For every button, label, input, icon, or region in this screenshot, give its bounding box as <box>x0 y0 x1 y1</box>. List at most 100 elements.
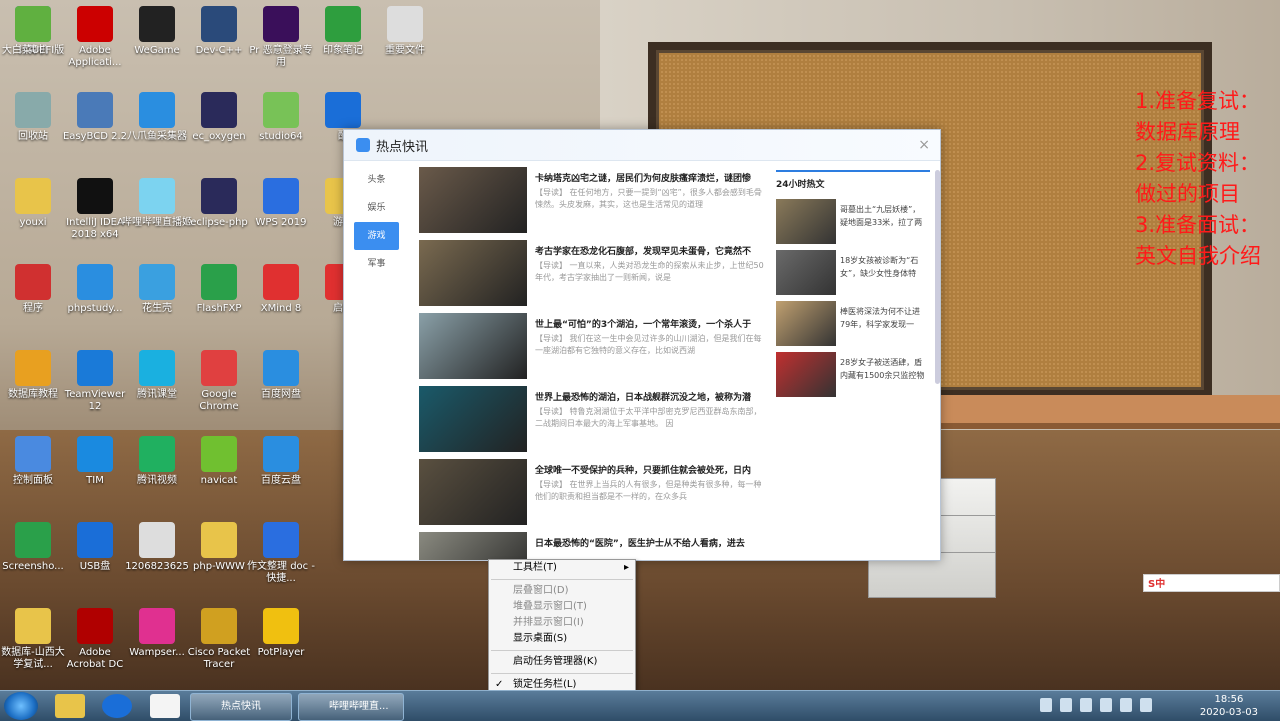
desktop-icon[interactable]: Wampser... <box>122 608 192 659</box>
desktop-icon[interactable]: 花生壳 <box>122 264 192 315</box>
desktop-icon[interactable]: WeGame <box>122 6 192 57</box>
news-title[interactable]: 全球唯一不受保护的兵种，只要抓住就会被处死，日内 <box>535 463 764 476</box>
desktop-icon[interactable]: Adobe Applicati... <box>60 6 130 69</box>
desktop-icon[interactable]: 数据库教程 <box>0 350 68 401</box>
desktop-icon[interactable]: 作文整理 doc - 快捷... <box>246 522 316 585</box>
news-title[interactable]: 考古学家在恐龙化石腹部，发现罕见未蛋骨，它竟然不 <box>535 244 764 257</box>
news-thumbnail[interactable] <box>419 167 527 233</box>
nav-item-military[interactable]: 军事 <box>354 250 399 278</box>
desktop-icon[interactable]: 印象笔记 <box>308 6 378 57</box>
menu-item[interactable]: 工具栏(T) ▸ <box>489 560 635 576</box>
news-thumbnail[interactable] <box>419 459 527 525</box>
hot-text[interactable]: 哥墓出土“九层妖楼”，疑地面是33米，拉了两 <box>840 203 928 241</box>
desktop-icon[interactable]: 百度网盘 <box>246 350 316 401</box>
window-header: 热点快讯 <box>344 130 940 161</box>
hot-item[interactable]: 18岁女孩被诊断为“石女”，缺少女性身体特 <box>776 250 930 301</box>
desktop-icon[interactable]: WPS 2019 <box>246 178 316 229</box>
desktop-icon[interactable]: XMind 8 <box>246 264 316 315</box>
nav-item-headline[interactable]: 头条 <box>354 166 399 194</box>
desktop-icon[interactable]: Cisco Packet Tracer <box>184 608 254 671</box>
app-icon <box>139 178 175 214</box>
desktop-icon[interactable]: navicat <box>184 436 254 487</box>
desktop-icon[interactable]: TIM <box>60 436 130 487</box>
news-thumbnail[interactable] <box>419 386 527 452</box>
desktop-icon[interactable]: TeamViewer 12 <box>60 350 130 413</box>
desktop-icon[interactable]: eclipse-php <box>184 178 254 229</box>
desktop-icon[interactable]: FlashFXP <box>184 264 254 315</box>
news-thumbnail[interactable] <box>419 313 527 379</box>
desktop-icon[interactable]: 数据库-山西大学复试... <box>0 608 68 671</box>
desktop-icon[interactable]: IntelliJ IDEA 2018 x64 <box>60 178 130 241</box>
desktop-icon[interactable]: 控制面板 <box>0 436 68 487</box>
desktop-icon[interactable]: 腾讯课堂 <box>122 350 192 401</box>
desktop-icon[interactable]: studio64 <box>246 92 316 143</box>
desktop-icon[interactable]: 重要文件 <box>370 6 440 57</box>
folder-icon[interactable] <box>55 694 85 718</box>
desktop-icon[interactable]: 回收站 <box>0 92 68 143</box>
hot-item[interactable]: 28岁女子被送酒肆，盾内藏有1500余只监控物 <box>776 352 930 403</box>
kugou-icon[interactable] <box>102 694 132 718</box>
desktop-icon[interactable]: 1206823625 <box>122 522 192 573</box>
scrollbar[interactable] <box>935 170 940 384</box>
news-title[interactable]: 卡纳塔克凶宅之谜，居民们为何皮肤瘙痒溃烂，谜团惨 <box>535 171 764 184</box>
hot-thumbnail[interactable] <box>776 352 836 397</box>
desktop-icon[interactable]: phpstudy... <box>60 264 130 315</box>
app-icon <box>77 436 113 472</box>
desktop-icon[interactable]: 百度云盘 <box>246 436 316 487</box>
hot-text[interactable]: 28岁女子被送酒肆，盾内藏有1500余只监控物 <box>840 356 928 394</box>
news-window[interactable]: 热点快讯 × 头条 娱乐 游戏 军事 卡纳塔克凶宅之谜，居民们为何皮肤瘙痒溃烂，… <box>343 129 941 561</box>
nav-item-games[interactable]: 游戏 <box>354 222 399 250</box>
news-thumbnail[interactable] <box>419 240 527 306</box>
desktop-icon[interactable]: Screensho... <box>0 522 68 573</box>
desktop-icon[interactable]: Google Chrome <box>184 350 254 413</box>
desktop-icon[interactable]: Dev-C++ <box>184 6 254 57</box>
desktop-icon[interactable]: 程序 <box>0 264 68 315</box>
news-thumbnail[interactable] <box>419 532 527 560</box>
desktop-icon-label: IntelliJ IDEA 2018 x64 <box>66 217 124 240</box>
news-item[interactable]: 世上最“可怕”的3个湖泊，一个常年滚烫，一个杀人于 【导读】 我们在这一生中会见过… <box>419 311 764 384</box>
menu-item[interactable]: 显示桌面(S) <box>489 631 635 647</box>
desktop-icon[interactable]: php-WWW <box>184 522 254 573</box>
clock[interactable]: 18:56 2020-03-03 <box>1200 693 1258 719</box>
desktop-icon[interactable]: 八爪鱼采集器 <box>122 92 192 143</box>
close-icon[interactable]: × <box>918 137 930 153</box>
desktop-icon[interactable]: 哔哩哔哩直播姬 <box>122 178 192 229</box>
hot-thumbnail[interactable] <box>776 250 836 295</box>
news-title[interactable]: 世上最“可怕”的3个湖泊，一个常年滚烫，一个杀人于 <box>535 317 764 330</box>
menu-item[interactable]: 启动任务管理器(K) <box>489 654 635 670</box>
news-item[interactable]: 卡纳塔克凶宅之谜，居民们为何皮肤瘙痒溃烂，谜团惨【导读】 在任何地方，只要一提到… <box>419 165 764 238</box>
news-item[interactable]: 世界上最恐怖的湖泊，日本战舰群沉没之地，被称为潜 【导读】 特鲁克潟湖位于太平洋中… <box>419 384 764 457</box>
desktop-icon[interactable]: ec_oxygen <box>184 92 254 143</box>
menu-item-label: 堆叠显示窗口(T) <box>513 601 587 612</box>
taskbar-btn-news[interactable]: 热点快讯 <box>190 693 292 721</box>
desktop-icon[interactable]: 腾讯视频 <box>122 436 192 487</box>
taskbar-btn-bilibili[interactable]: 哔哩哔哩直... <box>298 693 404 721</box>
desktop-icon[interactable]: youxi <box>0 178 68 229</box>
start-button[interactable] <box>4 692 38 720</box>
desktop-icon[interactable]: PotPlayer <box>246 608 316 659</box>
desktop-icon[interactable]: Pr 恶意登录专用 <box>246 6 316 69</box>
system-tray[interactable] <box>1040 698 1152 712</box>
hot-thumbnail[interactable] <box>776 301 836 346</box>
desktop-icon[interactable]: USB盘 <box>60 522 130 573</box>
news-item[interactable]: 考古学家在恐龙化石腹部，发现罕见未蛋骨，它竟然不 【导读】 一直以来，人类对恐龙生… <box>419 238 764 311</box>
desktop-icon[interactable]: Adobe Acrobat DC <box>60 608 130 671</box>
news-item[interactable]: 全球唯一不受保护的兵种，只要抓住就会被处死，日内 【导读】 在世界上当兵的人有很多… <box>419 457 764 530</box>
news-title[interactable]: 日本最恐怖的“医院”，医生护士从不给人看病，进去 <box>535 536 764 549</box>
desktop-icon[interactable]: EasyBCD 2.2 <box>60 92 130 143</box>
file-icon[interactable] <box>150 694 180 718</box>
desktop-icon-label: eclipse-php <box>190 217 248 228</box>
hot-thumbnail[interactable] <box>776 199 836 244</box>
hot-text[interactable]: 棒医将深法为何不让进79年，科学家发现一 <box>840 305 928 343</box>
hot-item[interactable]: 棒医将深法为何不让进79年，科学家发现一 <box>776 301 930 352</box>
news-summary: 【导读】 在任何地方，只要一提到“凶宅”，很多人都会感到毛骨悚然。头皮发麻，其实… <box>535 188 762 209</box>
news-item[interactable]: 日本最恐怖的“医院”，医生护士从不给人看病，进去 <box>419 530 764 560</box>
hot-text[interactable]: 18岁女孩被诊断为“石女”，缺少女性身体特 <box>840 254 928 292</box>
hot-item[interactable]: 哥墓出土“九层妖楼”，疑地面是33米，拉了两 <box>776 199 930 250</box>
desktop-icon[interactable]: 大白菜UEFI版 <box>0 6 68 57</box>
ime-toolbar[interactable]: S中 <box>1143 574 1280 592</box>
nav-item-entertainment[interactable]: 娱乐 <box>354 194 399 222</box>
app-icon <box>263 178 299 214</box>
news-title[interactable]: 世界上最恐怖的湖泊，日本战舰群沉没之地，被称为潜 <box>535 390 764 403</box>
menu-item-label: 层叠窗口(D) <box>513 585 569 596</box>
